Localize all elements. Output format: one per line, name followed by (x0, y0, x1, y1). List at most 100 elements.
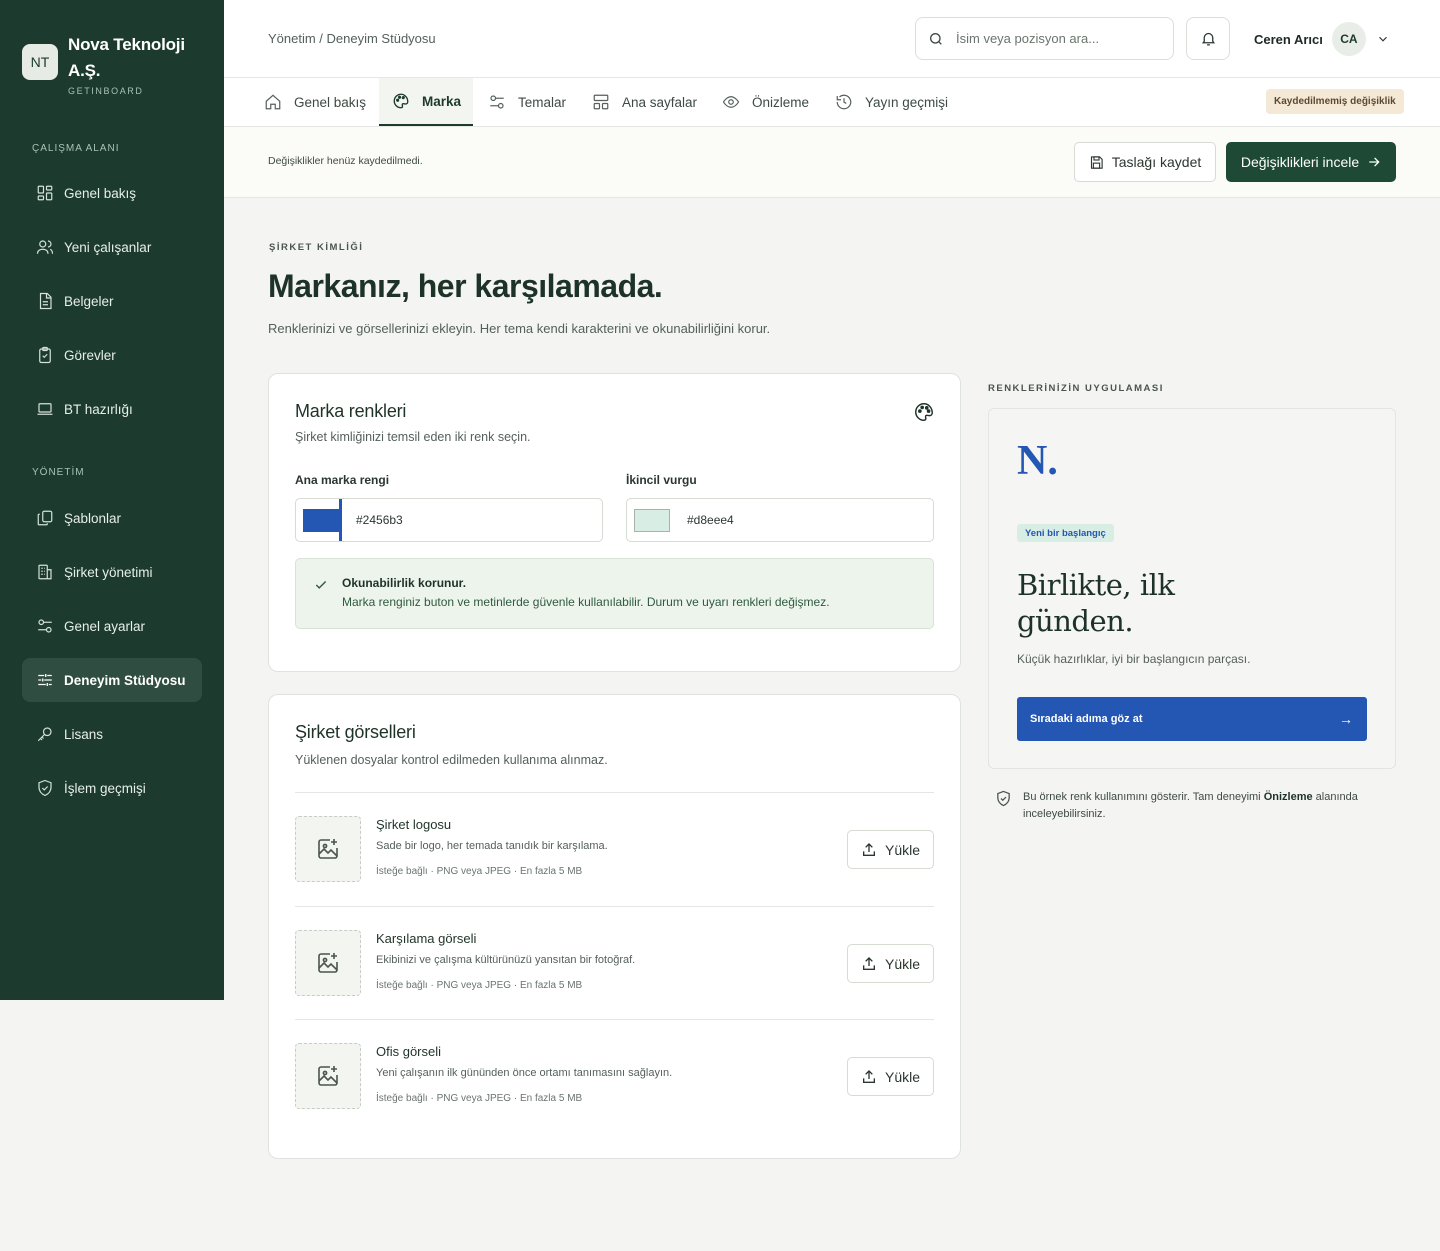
footnote-text: Bu örnek renk kullanımını gösterir. Tam … (1023, 789, 1395, 823)
footnote-pre: Bu örnek renk kullanımını gösterir. Tam … (1023, 791, 1264, 803)
upload-button[interactable]: Yükle (847, 944, 934, 983)
bell-icon (1200, 30, 1217, 47)
asset-row-welcome-image: Karşılama görseli Ekibinizi ve çalışma k… (295, 930, 934, 998)
sidebar-item-it-readiness[interactable]: BT hazırlığı (22, 387, 202, 431)
primary-color-swatch[interactable] (303, 509, 339, 532)
brand-colors-card: Marka renkleri Şirket kimliğinizi temsil… (268, 373, 961, 672)
tab-themes[interactable]: Temalar (488, 78, 578, 126)
sidebar-item-general-settings[interactable]: Genel ayarlar (22, 604, 202, 648)
tab-label: Yayın geçmişi (865, 94, 949, 110)
image-placeholder[interactable] (295, 1043, 361, 1109)
brand-logo: NT (22, 44, 58, 80)
user-menu[interactable]: Ceren Arıcı CA (1254, 22, 1390, 56)
primary-color-value[interactable]: #2456b3 (356, 513, 403, 527)
sidebar-item-label: Yeni çalışanlar (64, 239, 152, 255)
search-input[interactable] (956, 31, 1146, 46)
company-name: Nova Teknoloji A.Ş. (68, 35, 185, 80)
asset-name: Şirket logosu (376, 817, 452, 832)
sidebar-item-label: Şablonlar (64, 510, 122, 526)
preview-logo: N. (1017, 438, 1058, 484)
brand: NT Nova Teknoloji A.Ş. GETINBOARD (22, 32, 198, 96)
image-placeholder[interactable] (295, 930, 361, 996)
asset-meta: İsteğe bağlı · PNG veya JPEG · En fazla … (376, 866, 583, 877)
avatar: CA (1331, 22, 1366, 56)
notifications-button[interactable] (1186, 17, 1230, 60)
image-placeholder[interactable] (295, 816, 361, 882)
image-plus-icon (316, 1064, 340, 1088)
preview-eyebrow: RENKLERİNİZİN UYGULAMASI (988, 383, 1164, 394)
asset-name: Ofis görseli (376, 1044, 442, 1059)
color-picker-divider (339, 499, 342, 541)
upload-icon (861, 1069, 877, 1085)
nav-section-admin: YÖNETİM (32, 467, 85, 478)
asset-description: Ekibinizi ve çalışma kültürünüzü yansıta… (376, 954, 636, 966)
card-description: Şirket kimliğinizi temsil eden iki renk … (295, 430, 531, 444)
upload-button[interactable]: Yükle (847, 830, 934, 869)
layout-icon (592, 93, 610, 111)
secondary-color-field[interactable]: #d8eee4 (626, 498, 934, 542)
sidebar-item-tasks[interactable]: Görevler (22, 333, 202, 377)
review-changes-label: Değişiklikleri incele (1240, 154, 1360, 170)
tab-preview[interactable]: Önizleme (722, 78, 822, 126)
upload-icon (861, 956, 877, 972)
notice-body: Marka renginiz buton ve metinlerde güven… (342, 595, 830, 609)
tab-label: Genel bakış (294, 94, 367, 110)
search-box[interactable] (915, 17, 1174, 60)
save-icon (1089, 155, 1104, 170)
tab-overview[interactable]: Genel bakış (264, 78, 379, 126)
save-draft-button[interactable]: Taslağı kaydet (1074, 142, 1216, 182)
dashboard-icon (36, 184, 54, 202)
sidebar-item-license[interactable]: Lisans (22, 712, 202, 756)
divider (295, 792, 934, 793)
sidebar-item-label: Genel ayarlar (64, 618, 146, 634)
asset-meta: İsteğe bağlı · PNG veya JPEG · En fazla … (376, 1093, 583, 1104)
secondary-color-value[interactable]: #d8eee4 (687, 513, 734, 527)
page-lead: Renklerinizi ve görsellerinizi ekleyin. … (268, 321, 771, 336)
sidebar-item-company-management[interactable]: Şirket yönetimi (22, 550, 202, 594)
eye-icon (722, 93, 740, 111)
preview-title: Birlikte, ilk günden. (1017, 568, 1175, 638)
sidebar-item-label: Görevler (64, 347, 116, 363)
tab-home-pages[interactable]: Ana sayfalar (592, 78, 712, 126)
topbar: Yönetim / Deneyim Stüdyosu Ceren Arıcı C… (224, 0, 1440, 78)
footnote-preview-link: Önizleme (1263, 791, 1313, 803)
asset-description: Sade bir logo, her temada tanıdık bir ka… (376, 840, 608, 852)
save-draft-label: Taslağı kaydet (1111, 154, 1202, 170)
chevron-down-icon (1376, 32, 1390, 46)
palette-icon (913, 401, 935, 423)
preview-cta-button[interactable]: Sıradaki adıma göz at → (1017, 697, 1367, 741)
sidebar-item-templates[interactable]: Şablonlar (22, 496, 202, 540)
secondary-color-swatch[interactable] (634, 509, 670, 532)
upload-label: Yükle (884, 1068, 921, 1085)
sidebar-item-documents[interactable]: Belgeler (22, 279, 202, 323)
sidebar-item-new-employees[interactable]: Yeni çalışanlar (22, 225, 202, 269)
asset-meta: İsteğe bağlı · PNG veya JPEG · En fazla … (376, 980, 583, 991)
sidebar-item-overview[interactable]: Genel bakış (22, 171, 202, 215)
primary-color-label: Ana marka rengi (295, 473, 390, 487)
sidebar-item-experience-studio[interactable]: Deneyim Stüdyosu (22, 658, 202, 702)
preview-pill: Yeni bir başlangıç (1017, 524, 1114, 542)
nav-section-workspace: ÇALIŞMA ALANI (32, 143, 120, 154)
history-icon (835, 93, 853, 111)
users-icon (36, 238, 54, 256)
asset-row-logo: Şirket logosu Sade bir logo, her temada … (295, 816, 934, 884)
card-title: Şirket görselleri (295, 722, 416, 742)
tab-publish-history[interactable]: Yayın geçmişi (835, 78, 965, 126)
tab-brand[interactable]: Marka (379, 78, 473, 126)
primary-color-field[interactable]: #2456b3 (295, 498, 603, 542)
arrow-right-icon (1367, 155, 1381, 169)
sidebar-item-label: Şirket yönetimi (64, 564, 153, 580)
sidebar-item-activity-log[interactable]: İşlem geçmişi (22, 766, 202, 810)
shield-check-icon (995, 790, 1012, 823)
review-changes-button[interactable]: Değişiklikleri incele (1226, 142, 1396, 182)
building-icon (36, 563, 54, 581)
document-icon (36, 292, 54, 310)
secondary-color-label: İkincil vurgu (626, 473, 697, 487)
clipboard-check-icon (36, 346, 54, 364)
check-icon (314, 578, 328, 592)
upload-button[interactable]: Yükle (847, 1057, 934, 1096)
page-title: Markanız, her karşılamada. (268, 268, 663, 304)
sidebar: NT Nova Teknoloji A.Ş. GETINBOARD ÇALIŞM… (0, 0, 224, 1000)
company-assets-card: Şirket görselleri Yüklenen dosyalar kont… (268, 694, 961, 1159)
user-name: Ceren Arıcı (1254, 31, 1323, 47)
